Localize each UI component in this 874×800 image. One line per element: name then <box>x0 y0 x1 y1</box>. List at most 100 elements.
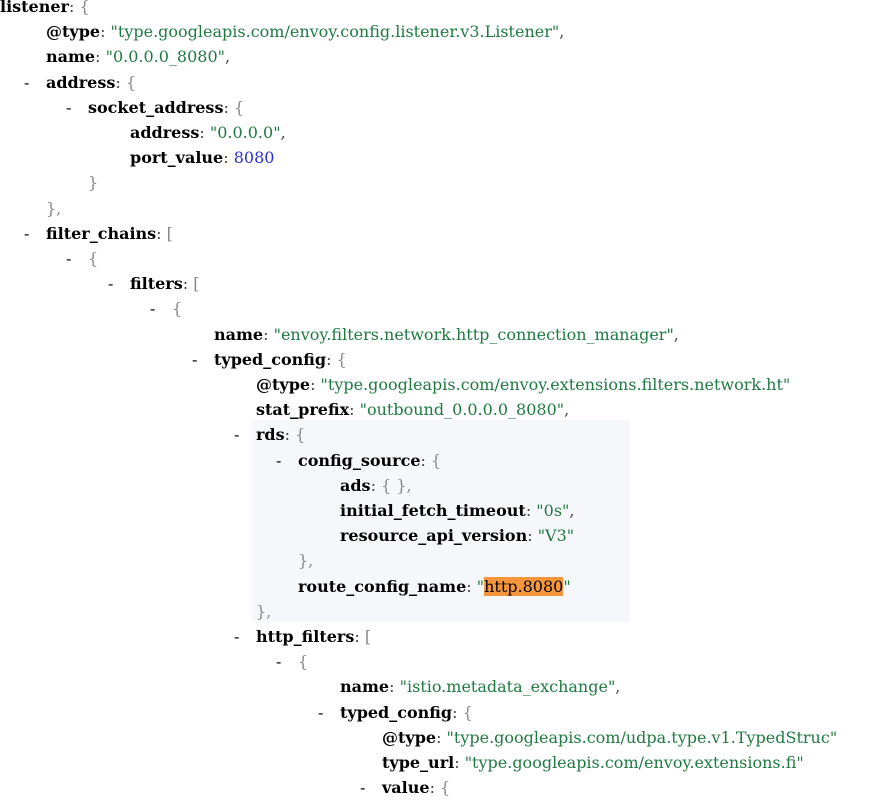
search-match-value: http.8080 <box>484 576 564 596</box>
collapse-toggle[interactable]: - <box>108 271 130 296</box>
json-key: name <box>46 47 96 67</box>
collapse-toggle[interactable]: - <box>24 70 46 95</box>
collapse-toggle[interactable]: - <box>66 95 88 120</box>
quote: " <box>563 576 571 596</box>
json-line: listener: { <box>0 0 90 19</box>
collapse-toggle[interactable]: - <box>234 624 256 649</box>
collapse-toggle[interactable]: - <box>192 347 214 372</box>
comma: , <box>280 123 286 142</box>
quote: " <box>464 753 473 772</box>
json-line: - socket_address: { <box>66 95 244 120</box>
close-bracket: }, <box>46 198 62 218</box>
open-bracket: [ <box>166 223 173 243</box>
collapse-toggle[interactable]: - <box>318 700 340 725</box>
json-key: http_filters <box>256 627 355 646</box>
json-line: @type: "type.googleapis.com/envoy.config… <box>46 19 564 44</box>
comma: , <box>673 324 679 344</box>
json-line: initial_fetch_timeout: "0s", <box>340 498 575 523</box>
json-line: }, <box>256 599 271 624</box>
quote: " <box>110 22 118 42</box>
json-string-value: 0s <box>543 501 563 520</box>
collapse-toggle[interactable]: - <box>150 296 172 321</box>
colon: : <box>436 727 447 747</box>
json-line: - config_source: { <box>276 448 441 473</box>
quote: " <box>536 501 544 520</box>
json-line: - http_filters: [ <box>234 624 371 649</box>
quote: " <box>399 677 407 697</box>
open-bracket: { <box>336 349 347 369</box>
quote: " <box>273 324 281 344</box>
json-key: @type <box>382 727 437 747</box>
quote: " <box>537 526 546 546</box>
json-key: config_source <box>298 450 421 470</box>
colon: : <box>223 148 234 168</box>
json-key: address <box>46 72 116 92</box>
json-line: type_url: "type.googleapis.com/envoy.ext… <box>382 750 804 775</box>
json-string-value: 0.0.0.0_8080 <box>112 47 218 67</box>
comma: , <box>564 400 570 420</box>
collapse-toggle[interactable]: - <box>276 649 298 674</box>
json-key: type_url <box>382 753 455 772</box>
comma: , <box>569 501 575 520</box>
colon: : <box>525 501 537 520</box>
colon: : <box>182 274 194 294</box>
json-line: }, <box>298 548 313 573</box>
comma: , <box>225 47 231 67</box>
open-bracket: { <box>295 425 306 445</box>
json-key: @type <box>256 375 311 394</box>
json-line: - typed_config: { <box>318 700 473 725</box>
json-line: - filters: [ <box>108 271 199 296</box>
json-string-value: type.googleapis.com/envoy.config.listene… <box>117 22 552 42</box>
json-key: typed_config <box>340 702 453 722</box>
json-key: filters <box>130 274 183 294</box>
collapse-toggle[interactable]: - <box>360 775 382 800</box>
quote: " <box>446 727 454 747</box>
json-key: typed_config <box>214 349 327 369</box>
json-number-value: 8080 <box>233 148 275 168</box>
colon: : <box>156 223 167 243</box>
colon: : <box>420 450 432 470</box>
close-bracket: }, <box>298 551 314 571</box>
json-line: @type: "type.googleapis.com/udpa.type.v1… <box>382 725 837 750</box>
colon: : <box>263 324 274 344</box>
open-bracket: [ <box>364 627 372 646</box>
json-string-value: envoy.filters.network.http_connection_ma… <box>280 324 667 344</box>
json-key: rds <box>256 425 285 445</box>
open-bracket: { <box>298 652 309 672</box>
quote: " <box>796 753 804 772</box>
json-key: stat_prefix <box>256 400 350 420</box>
json-line: -{ <box>276 649 308 674</box>
colon: : <box>454 753 465 772</box>
collapse-toggle[interactable]: - <box>234 422 256 447</box>
close-bracket: }, <box>256 601 272 621</box>
collapse-toggle[interactable]: - <box>66 246 88 271</box>
open-bracket: { }, <box>381 475 412 495</box>
open-bracket: { <box>431 450 442 470</box>
json-line: - rds: { <box>234 422 305 447</box>
json-line: - value: { <box>360 775 450 800</box>
collapse-toggle[interactable]: - <box>276 448 298 473</box>
json-line: - address: { <box>24 70 136 95</box>
json-key: address <box>130 123 200 142</box>
open-bracket: { <box>233 97 245 117</box>
json-string-value: outbound_0.0.0.0_8080 <box>366 400 557 420</box>
json-line: address: "0.0.0.0", <box>130 120 286 145</box>
json-key: name <box>340 677 390 697</box>
json-line: stat_prefix: "outbound_0.0.0.0_8080", <box>256 397 569 422</box>
quote: " <box>217 47 226 67</box>
open-bracket: { <box>440 778 451 798</box>
colon: : <box>310 375 321 394</box>
json-line: route_config_name: "http.8080" <box>298 574 571 599</box>
json-key: @type <box>46 22 101 42</box>
colon: : <box>284 425 296 445</box>
json-line: -{ <box>150 296 182 321</box>
json-line: - filter_chains: [ <box>24 221 173 246</box>
comma: , <box>559 22 565 42</box>
comma: , <box>615 677 621 697</box>
collapse-toggle[interactable]: - <box>24 221 46 246</box>
colon: : <box>68 0 80 16</box>
json-key: ads <box>340 475 371 495</box>
json-line: resource_api_version: "V3" <box>340 523 574 548</box>
colon: : <box>389 677 400 697</box>
colon: : <box>527 526 538 546</box>
